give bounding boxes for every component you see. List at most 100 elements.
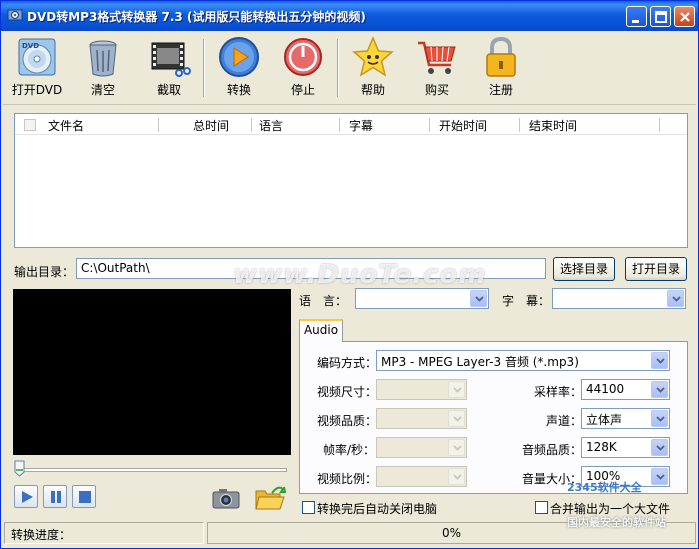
chevron-down-icon bbox=[656, 445, 665, 451]
column-subtitle[interactable]: 字幕 bbox=[349, 117, 373, 134]
sample-rate-label: 采样率： bbox=[534, 385, 583, 399]
star-face-icon bbox=[352, 36, 394, 77]
app-window: DVD转MP3格式转换器 7.3 (试用版只能转换出五分钟的视频) DVD 打开… bbox=[0, 0, 699, 549]
merge-checkbox[interactable] bbox=[535, 501, 548, 514]
toolbar-separator bbox=[337, 39, 339, 97]
sample-rate-dropdown-arrow[interactable] bbox=[651, 381, 668, 398]
chevron-down-icon bbox=[656, 416, 665, 422]
frame-rate-label: 帧率/秒： bbox=[323, 443, 376, 457]
play-button[interactable] bbox=[14, 485, 38, 508]
buy-button[interactable]: 购买 bbox=[409, 35, 465, 101]
stop-label: 停止 bbox=[290, 83, 315, 97]
close-icon bbox=[680, 12, 690, 22]
volume-dropdown-arrow[interactable] bbox=[651, 468, 668, 485]
column-start-time[interactable]: 开始时间 bbox=[439, 117, 487, 134]
trash-can-icon bbox=[89, 40, 117, 77]
column-divider bbox=[519, 118, 520, 132]
open-dir-button[interactable]: 打开目录 bbox=[625, 257, 687, 281]
chevron-down-icon bbox=[656, 387, 665, 393]
shutdown-label[interactable]: 转换完后自动关闭电脑 bbox=[317, 500, 437, 517]
help-label: 帮助 bbox=[360, 83, 385, 97]
column-divider bbox=[339, 118, 340, 132]
choose-dir-button[interactable]: 选择目录 bbox=[553, 257, 615, 281]
video-size-select[interactable] bbox=[376, 379, 467, 400]
maximize-icon bbox=[655, 11, 667, 23]
channel-select[interactable]: 立体声 bbox=[581, 408, 670, 429]
shutdown-checkbox[interactable] bbox=[302, 501, 315, 514]
watermark-duote: www.DuoTe.com bbox=[233, 260, 487, 290]
clip-label: 截取 bbox=[156, 83, 181, 97]
file-list[interactable]: 文件名 总时间 语言 字幕 开始时间 结束时间 bbox=[14, 113, 688, 248]
frame-rate-dropdown-arrow bbox=[448, 439, 465, 456]
open-dvd-label: 打开DVD bbox=[11, 83, 63, 97]
maximize-button[interactable] bbox=[650, 6, 671, 27]
snapshot-camera-icon[interactable] bbox=[211, 487, 241, 509]
select-all-checkbox[interactable] bbox=[24, 119, 36, 131]
clear-button[interactable]: 清空 bbox=[75, 35, 131, 101]
column-divider bbox=[659, 118, 660, 132]
chevron-down-icon bbox=[656, 474, 665, 480]
title-bar[interactable]: DVD转MP3格式转换器 7.3 (试用版只能转换出五分钟的视频) bbox=[1, 1, 698, 31]
tab-audio[interactable]: Audio bbox=[299, 319, 343, 342]
language-select[interactable] bbox=[355, 288, 489, 309]
codec-select[interactable]: MP3 - MPEG Layer-3 音频 (*.mp3) bbox=[376, 350, 670, 371]
seek-slider-thumb[interactable] bbox=[14, 460, 25, 477]
play-icon bbox=[22, 491, 33, 503]
seek-slider-track[interactable] bbox=[15, 468, 287, 472]
chevron-down-icon bbox=[656, 358, 665, 364]
aspect-label: 视频比例： bbox=[317, 472, 378, 486]
video-size-label: 视频尺寸： bbox=[317, 385, 378, 399]
toolbar-separator bbox=[203, 39, 205, 97]
file-list-header: 文件名 总时间 语言 字幕 开始时间 结束时间 bbox=[15, 114, 687, 135]
close-button[interactable] bbox=[674, 6, 695, 27]
audio-quality-label: 音频品质： bbox=[522, 443, 583, 457]
status-bar-label-pane: 转换进度： bbox=[4, 522, 204, 544]
language-label: 语 言： bbox=[299, 294, 348, 308]
subtitle-label: 字 幕： bbox=[502, 294, 551, 308]
subtitle-dropdown-arrow[interactable] bbox=[667, 290, 684, 307]
language-dropdown-arrow[interactable] bbox=[470, 290, 487, 307]
codec-label: 编码方式： bbox=[317, 356, 378, 370]
aspect-select[interactable] bbox=[376, 466, 467, 487]
stop-playback-button[interactable] bbox=[72, 485, 96, 508]
minimize-button[interactable] bbox=[626, 6, 647, 27]
column-end-time[interactable]: 结束时间 bbox=[529, 117, 577, 134]
aspect-dropdown-arrow bbox=[448, 468, 465, 485]
progress-label: 转换进度： bbox=[11, 528, 72, 542]
frame-rate-select[interactable] bbox=[376, 437, 467, 458]
video-quality-select[interactable] bbox=[376, 408, 467, 429]
chevron-down-icon bbox=[453, 387, 462, 393]
open-folder-icon[interactable] bbox=[254, 485, 286, 511]
column-filename[interactable]: 文件名 bbox=[48, 117, 84, 134]
channel-dropdown-arrow[interactable] bbox=[651, 410, 668, 427]
stop-button[interactable]: 停止 bbox=[275, 35, 331, 101]
register-label: 注册 bbox=[488, 83, 513, 97]
audio-quality-select[interactable]: 128K bbox=[581, 437, 670, 458]
watermark-2345-badge: 2345软件大全 bbox=[567, 481, 642, 494]
help-button[interactable]: 帮助 bbox=[345, 35, 401, 101]
convert-button[interactable]: 转换 bbox=[211, 35, 267, 101]
padlock-icon bbox=[486, 36, 516, 77]
chevron-down-icon bbox=[453, 416, 462, 422]
audio-quality-dropdown-arrow[interactable] bbox=[651, 439, 668, 456]
subtitle-select[interactable] bbox=[552, 288, 686, 309]
register-button[interactable]: 注册 bbox=[473, 35, 529, 101]
channel-label: 声道： bbox=[546, 414, 583, 428]
pause-icon bbox=[51, 491, 61, 503]
pause-button[interactable] bbox=[43, 485, 67, 508]
stop-square-icon bbox=[79, 491, 91, 503]
codec-dropdown-arrow[interactable] bbox=[651, 352, 668, 369]
column-duration[interactable]: 总时间 bbox=[193, 117, 229, 134]
app-icon bbox=[7, 9, 23, 21]
column-language[interactable]: 语言 bbox=[259, 117, 283, 134]
column-divider bbox=[429, 118, 430, 132]
chevron-down-icon bbox=[672, 296, 681, 302]
chevron-down-icon bbox=[475, 296, 484, 302]
video-size-dropdown-arrow bbox=[448, 381, 465, 398]
sample-rate-select[interactable]: 44100 bbox=[581, 379, 670, 400]
open-dvd-button[interactable]: DVD 打开DVD bbox=[9, 35, 65, 101]
film-scissors-icon bbox=[151, 42, 191, 77]
convert-label: 转换 bbox=[226, 83, 251, 97]
output-dir-label: 输出目录： bbox=[14, 265, 75, 279]
clip-button[interactable]: 截取 bbox=[141, 35, 197, 101]
